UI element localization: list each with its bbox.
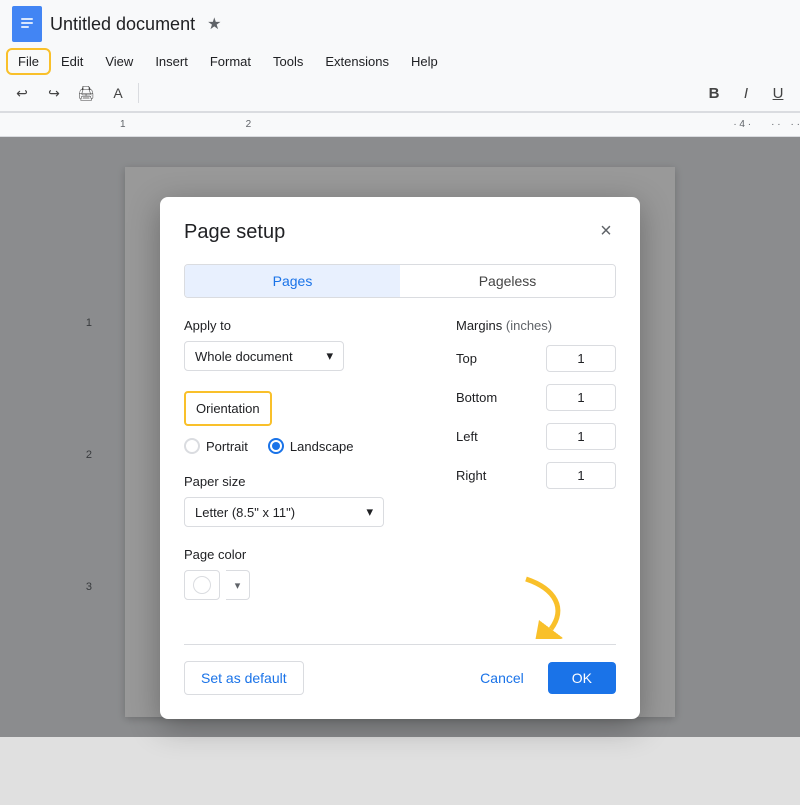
toolbar: ↩ ↪ 🖨 A B I U [0, 75, 800, 112]
set-as-default-button[interactable]: Set as default [184, 661, 304, 695]
portrait-radio-circle[interactable] [184, 438, 200, 454]
menu-item-format[interactable]: Format [200, 50, 261, 73]
menu-item-extensions[interactable]: Extensions [315, 50, 399, 73]
underline-button[interactable]: U [764, 79, 792, 107]
color-dropdown-arrow[interactable]: ▾ [226, 570, 250, 600]
margins-label: Margins [456, 318, 502, 333]
dialog-tabs: Pages Pageless [184, 264, 616, 298]
undo-button[interactable]: ↩ [8, 79, 36, 107]
ok-button[interactable]: OK [548, 662, 616, 694]
orientation-radio-row: Portrait Landscape [184, 438, 432, 454]
right-panel: Margins (inches) Top Bottom Left [456, 318, 616, 620]
menu-item-help[interactable]: Help [401, 50, 448, 73]
menu-item-edit[interactable]: Edit [51, 50, 93, 73]
paper-size-label: Paper size [184, 474, 432, 489]
margin-bottom-label: Bottom [456, 390, 496, 405]
page-color-label: Page color [184, 547, 432, 562]
margin-top-label: Top [456, 351, 496, 366]
cancel-button[interactable]: Cancel [464, 662, 540, 694]
paper-size-value: Letter (8.5" x 11") [195, 505, 295, 520]
menu-bar: File Edit View Insert Format Tools Exten… [0, 48, 800, 75]
dialog-close-button[interactable]: × [592, 217, 620, 245]
orientation-label: Orientation [184, 391, 272, 426]
bold-button[interactable]: B [700, 79, 728, 107]
margin-row-right: Right [456, 462, 616, 489]
dialog-title: Page setup [184, 221, 616, 244]
margin-right-label: Right [456, 468, 496, 483]
doc-title: Untitled document [50, 14, 195, 35]
margin-bottom-input[interactable] [546, 384, 616, 411]
apply-to-select[interactable]: Whole document ▾ [184, 341, 344, 371]
tab-pageless[interactable]: Pageless [400, 265, 615, 297]
margins-title: Margins (inches) [456, 318, 616, 333]
page-color-row: ▾ [184, 570, 432, 600]
tab-pages[interactable]: Pages [185, 265, 400, 297]
margin-row-top: Top [456, 345, 616, 372]
dialog-content: Apply to Whole document ▾ Orientation Po… [184, 318, 616, 620]
left-panel: Apply to Whole document ▾ Orientation Po… [184, 318, 432, 620]
menu-item-tools[interactable]: Tools [263, 50, 313, 73]
portrait-radio[interactable]: Portrait [184, 438, 248, 454]
italic-button[interactable]: I [732, 79, 760, 107]
dialog-right-buttons: Cancel OK [464, 662, 616, 694]
doc-area: 1 2 3 Page setup × Pages Pageless [0, 137, 800, 737]
paper-size-select[interactable]: Letter (8.5" x 11") ▾ [184, 497, 384, 527]
margin-left-input[interactable] [546, 423, 616, 450]
color-circle [193, 576, 211, 594]
margin-right-input[interactable] [546, 462, 616, 489]
landscape-label: Landscape [290, 439, 354, 454]
menu-item-file[interactable]: File [8, 50, 49, 73]
ruler: 1 2 · 4 · · · · · [0, 113, 800, 137]
app-bar: Untitled document ★ File Edit View Inser… [0, 0, 800, 113]
menu-item-insert[interactable]: Insert [145, 50, 198, 73]
print-button[interactable]: 🖨 [72, 79, 100, 107]
menu-item-view[interactable]: View [95, 50, 143, 73]
margin-row-bottom: Bottom [456, 384, 616, 411]
margin-row-left: Left [456, 423, 616, 450]
apply-to-value: Whole document [195, 349, 293, 364]
landscape-radio[interactable]: Landscape [268, 438, 354, 454]
apply-to-label: Apply to [184, 318, 432, 333]
paper-size-arrow: ▾ [366, 504, 373, 520]
color-swatch[interactable] [184, 570, 220, 600]
page-setup-dialog: Page setup × Pages Pageless Apply to Who… [160, 197, 640, 719]
portrait-label: Portrait [206, 439, 248, 454]
landscape-radio-circle[interactable] [268, 438, 284, 454]
spellcheck-button[interactable]: A [104, 79, 132, 107]
margins-unit: (inches) [506, 318, 552, 333]
margin-top-input[interactable] [546, 345, 616, 372]
toolbar-separator [138, 83, 139, 103]
title-bar: Untitled document ★ [0, 0, 800, 48]
apply-to-arrow: ▾ [326, 348, 333, 364]
redo-button[interactable]: ↪ [40, 79, 68, 107]
doc-icon [12, 6, 42, 42]
star-icon[interactable]: ★ [207, 14, 221, 34]
margin-left-label: Left [456, 429, 496, 444]
dialog-overlay: Page setup × Pages Pageless Apply to Who… [0, 137, 800, 737]
dialog-actions: Set as default Cancel [184, 644, 616, 695]
